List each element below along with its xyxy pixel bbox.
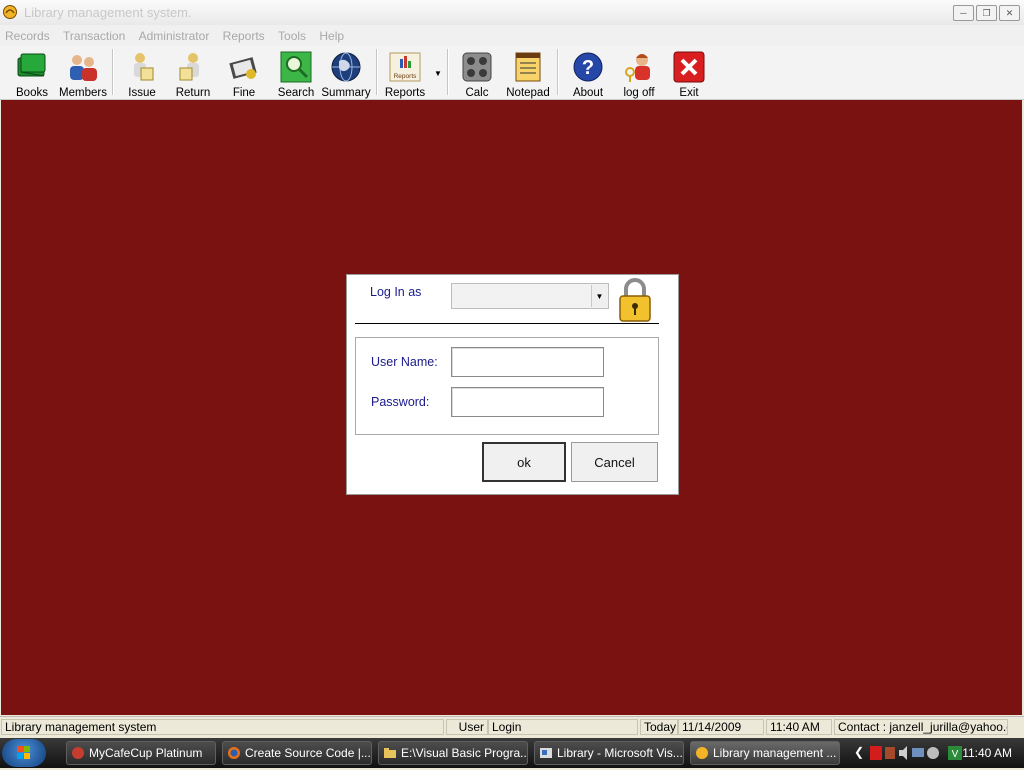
status-contact: Contact : janzell_jurilla@yahoo.com (834, 719, 1008, 735)
members-icon (70, 55, 97, 81)
issue-icon (134, 53, 154, 81)
toolbar-reports-button[interactable]: Reports Reports (380, 48, 430, 99)
toolbar-separator (376, 49, 378, 95)
restore-button[interactable]: ❐ (976, 5, 997, 21)
return-icon (179, 53, 199, 81)
username-label: User Name: (371, 355, 438, 369)
toolbar-members-button[interactable]: Members (58, 48, 108, 99)
username-input[interactable] (451, 347, 604, 377)
toolbar-fine-button[interactable]: Fine (219, 48, 269, 99)
status-time: 11:40 AM (766, 719, 832, 735)
taskbar-item-active[interactable]: Library management ... (690, 741, 840, 765)
toolbar-exit-button[interactable]: Exit (664, 48, 714, 99)
fine-icon (229, 57, 257, 79)
svg-text:V: V (952, 749, 959, 760)
toolbar-calc-button[interactable]: Calc (452, 48, 502, 99)
divider (355, 323, 659, 324)
password-input[interactable] (451, 387, 604, 417)
status-user-label: User (446, 719, 488, 735)
status-user-value: Login (488, 719, 638, 735)
mycafecup-icon (72, 747, 84, 759)
notepad-icon (515, 52, 541, 82)
firefox-icon (228, 747, 240, 759)
toolbar-search-button[interactable]: Search (271, 48, 321, 99)
toolbar-separator (447, 49, 449, 95)
window-title: Library management system. (24, 5, 192, 20)
vb-tray-icon: V (948, 746, 962, 760)
close-button[interactable]: ✕ (999, 5, 1020, 21)
password-label: Password: (371, 395, 430, 409)
chevron-left-icon[interactable]: ❮ (854, 745, 864, 759)
toolbar-about-button[interactable]: ? About (563, 48, 613, 99)
reports-icon: Reports (389, 52, 421, 82)
taskbar-item[interactable]: E:\Visual Basic Progra... (378, 741, 528, 765)
menu-administrator[interactable]: Administrator (134, 27, 215, 45)
toolbar-summary-button[interactable]: Summary (321, 48, 371, 99)
windows-logo-icon (17, 746, 30, 759)
exit-icon (673, 51, 705, 83)
taskbar: MyCafeCup Platinum Create Source Code |.… (0, 738, 1024, 768)
folder-icon (384, 748, 396, 758)
login-dialog: Log In as ▼ User Name: Password: ok Canc… (346, 274, 679, 495)
credentials-group: User Name: Password: (355, 337, 659, 435)
reports-dropdown-arrow[interactable]: ▼ (434, 69, 442, 78)
books-icon (17, 53, 46, 77)
padlock-icon (619, 278, 651, 322)
system-tray: ❮ V 11:40 AM (848, 738, 1024, 768)
toolbar-books-button[interactable]: Books (7, 48, 57, 99)
login-as-label: Log In as (370, 285, 422, 299)
menu-bar: Records Transaction Administrator Report… (0, 25, 1024, 45)
app-icon (3, 5, 17, 19)
app-icon (696, 747, 708, 759)
taskbar-item[interactable]: MyCafeCup Platinum (66, 741, 216, 765)
cancel-button[interactable]: Cancel (571, 442, 658, 482)
svg-text:?: ? (582, 57, 594, 79)
toolbar-logoff-button[interactable]: log off (614, 48, 664, 99)
taskbar-item[interactable]: Create Source Code |... (222, 741, 372, 765)
menu-help[interactable]: Help (314, 27, 349, 45)
status-today-label: Today (640, 719, 678, 735)
toolbar: Books Members Issue Return Fine Search S… (0, 45, 1024, 100)
calculator-icon (462, 52, 492, 82)
search-icon (280, 51, 312, 83)
menu-reports[interactable]: Reports (218, 27, 270, 45)
status-app-name: Library management system (1, 719, 444, 735)
menu-tools[interactable]: Tools (273, 27, 311, 45)
toolbar-separator (557, 49, 559, 95)
menu-transaction[interactable]: Transaction (58, 27, 130, 45)
visual-basic-icon (540, 748, 552, 758)
toolbar-separator (112, 49, 114, 95)
toolbar-issue-button[interactable]: Issue (117, 48, 167, 99)
chevron-down-icon[interactable]: ▼ (591, 285, 607, 307)
globe-icon (331, 52, 361, 82)
menu-records[interactable]: Records (0, 27, 55, 45)
status-bar: Library management system User Login Tod… (0, 716, 1024, 737)
title-bar: Library management system. ─ ❐ ✕ (0, 0, 1024, 26)
log-off-icon (625, 54, 650, 82)
taskbar-clock: 11:40 AM (962, 746, 1012, 760)
ok-button[interactable]: ok (482, 442, 566, 482)
login-as-combo[interactable]: ▼ (451, 283, 609, 309)
taskbar-item[interactable]: Library - Microsoft Vis... (534, 741, 684, 765)
tray-icons (870, 746, 939, 760)
status-date: 11/14/2009 (678, 719, 764, 735)
svg-text:Reports: Reports (394, 73, 418, 80)
help-icon: ? (573, 52, 603, 82)
toolbar-notepad-button[interactable]: Notepad (503, 48, 553, 99)
window-controls: ─ ❐ ✕ (953, 5, 1020, 21)
start-button[interactable] (2, 739, 46, 767)
toolbar-return-button[interactable]: Return (168, 48, 218, 99)
minimize-button[interactable]: ─ (953, 5, 974, 21)
